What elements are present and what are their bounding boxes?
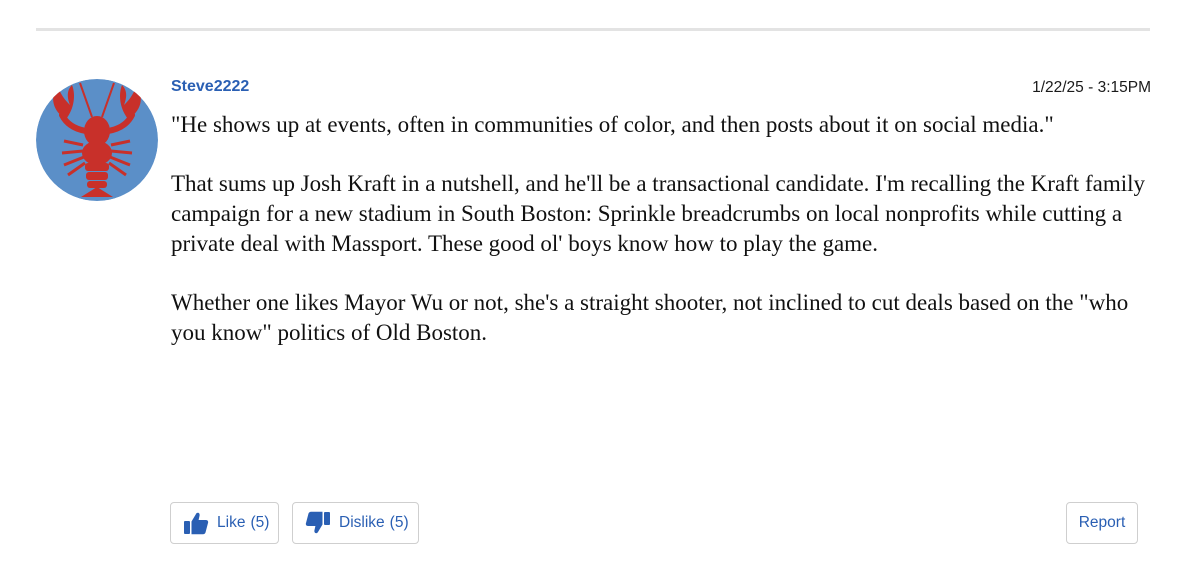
like-button[interactable]: Like (5): [170, 502, 279, 544]
comment-paragraph: That sums up Josh Kraft in a nutshell, a…: [171, 171, 1145, 256]
thumbs-down-icon: [305, 511, 331, 535]
comment-timestamp: 1/22/25 - 3:15PM: [1032, 79, 1151, 96]
like-label: Like: [217, 514, 246, 531]
top-divider: [36, 28, 1150, 31]
thumbs-up-icon: [183, 511, 209, 535]
dislike-label: Dislike: [339, 514, 385, 531]
like-count: (5): [250, 514, 270, 531]
comment-paragraph: "He shows up at events, often in communi…: [171, 112, 1054, 137]
dislike-button[interactable]: Dislike (5): [292, 502, 419, 544]
dislike-count: (5): [389, 514, 409, 531]
comment-username[interactable]: Steve2222: [171, 78, 249, 96]
report-button[interactable]: Report: [1066, 502, 1138, 544]
comment-body: "He shows up at events, often in communi…: [171, 110, 1161, 377]
report-label: Report: [1078, 514, 1126, 531]
lobster-icon: [36, 79, 158, 201]
user-avatar[interactable]: [36, 79, 158, 201]
comment-paragraph: Whether one likes Mayor Wu or not, she's…: [171, 290, 1129, 345]
